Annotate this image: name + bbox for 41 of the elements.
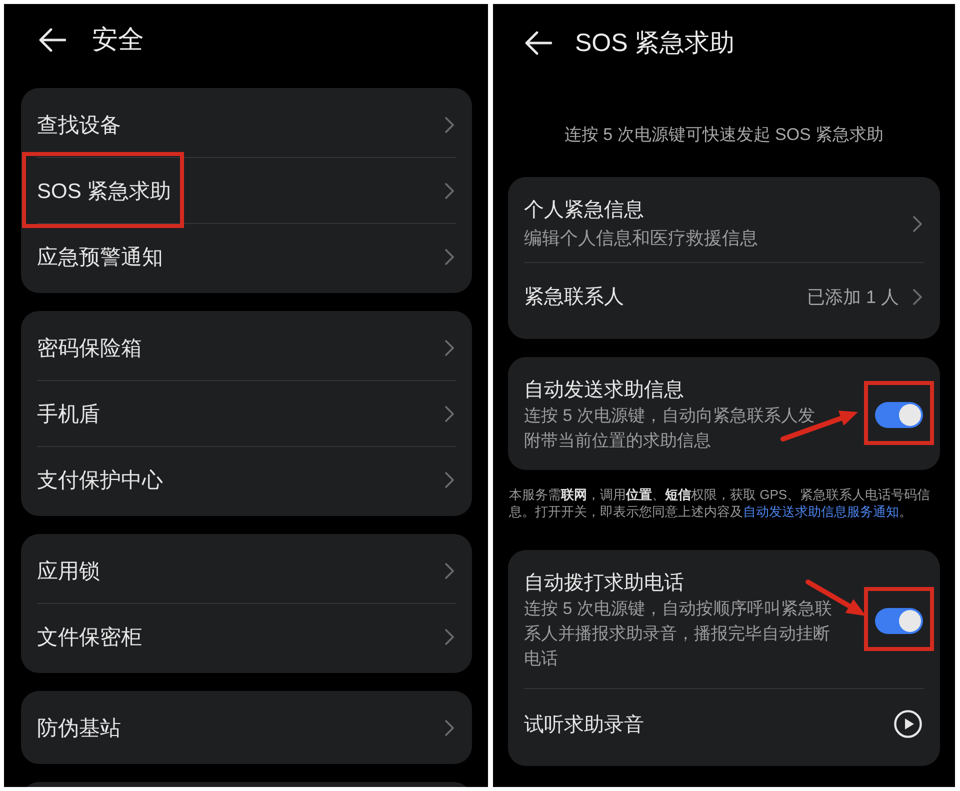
setting-title: 自动拨打求助电话 <box>524 571 684 596</box>
toggle-switch[interactable] <box>875 608 923 634</box>
settings-row[interactable]: 手机盾 <box>21 381 472 446</box>
back-icon[interactable] <box>39 28 66 52</box>
chevron-icon <box>445 406 454 422</box>
page-title: SOS 紧急求助 <box>575 28 735 58</box>
settings-row[interactable]: 应用锁 <box>21 538 472 603</box>
setting-subtitle: 编辑个人信息和医疗救援信息 <box>524 226 758 250</box>
setting-description: 连按 5 次电源键，自动按顺序呼叫紧急联 系人并播报求助录音，播报完毕自动挂断 电话 <box>524 598 832 670</box>
setting-title: 个人紧急信息 <box>524 198 644 222</box>
chevron-icon <box>445 182 454 198</box>
chevron-icon <box>913 216 922 232</box>
chevron-icon <box>445 720 454 736</box>
settings-row[interactable]: 支付保护中心 <box>21 447 472 512</box>
settings-row[interactable]: 文件保密柜 <box>21 604 472 669</box>
play-icon[interactable] <box>894 710 922 738</box>
settings-row[interactable]: 查找设备 <box>21 92 472 157</box>
chevron-icon <box>445 116 454 132</box>
settings-row[interactable]: 紧急联系人 已添加 1 人 <box>508 263 940 331</box>
setting-value: 已添加 1 人 <box>806 286 899 309</box>
settings-row[interactable]: 防伪基站 <box>21 695 472 760</box>
setting-title: 紧急联系人 <box>524 285 624 310</box>
service-link[interactable]: 自动发送求助信息服务通知 <box>743 504 899 519</box>
settings-row[interactable]: 个人紧急信息 编辑个人信息和医疗救援信息 <box>508 185 940 262</box>
intro-text: 连按 5 次电源键可快速发起 SOS 紧急求助 <box>563 124 885 146</box>
back-icon[interactable] <box>525 31 552 55</box>
settings-row[interactable]: SOS 紧急求助 <box>21 158 472 223</box>
chevron-icon <box>445 628 454 644</box>
chevron-icon <box>913 289 922 305</box>
setting-description: 连按 5 次电源键，自动向紧急联系人发 附带当前位置的求助信息 <box>524 405 815 452</box>
setting-title: 自动发送求助信息 <box>524 378 684 403</box>
consent-notice: 本服务需联网，调用位置、短信权限，获取 GPS、紧急联系人电话号码信息。打开开关，即表示您同意上述内容及自动发送求助信息服务通知。 <box>509 486 932 520</box>
chevron-icon <box>445 562 454 578</box>
settings-row[interactable]: 应急预警通知 <box>21 224 472 289</box>
toggle-switch[interactable] <box>875 402 923 428</box>
chevron-icon <box>445 472 454 488</box>
page-title: 安全 <box>92 24 144 56</box>
chevron-icon <box>445 248 454 264</box>
settings-row[interactable]: 密码保险箱 <box>21 315 472 380</box>
chevron-icon <box>445 340 454 356</box>
settings-row[interactable]: 试听求助录音 <box>508 689 940 759</box>
